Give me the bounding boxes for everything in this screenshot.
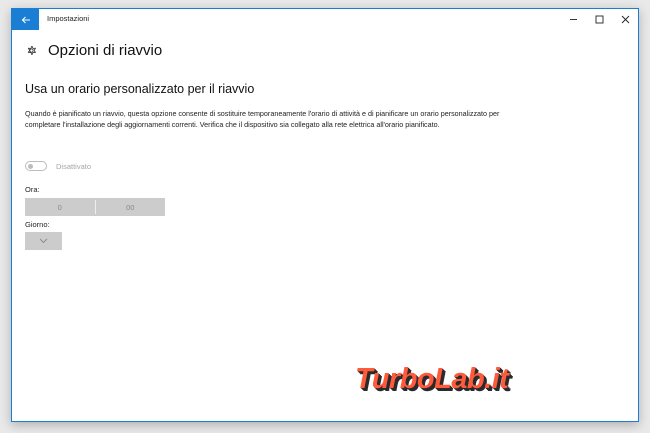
page-header: Opzioni di riavvio (25, 42, 162, 59)
toggle-label: Disattivato (56, 161, 92, 171)
title-bar: Impostazioni (12, 9, 638, 30)
back-arrow-icon (21, 16, 30, 23)
custom-restart-toggle[interactable] (25, 161, 47, 171)
close-button[interactable] (612, 9, 638, 30)
toggle-knob (28, 163, 33, 169)
custom-restart-toggle-row: Disattivato (25, 161, 91, 171)
minute-field[interactable]: 00 (96, 198, 166, 216)
section-title: Usa un orario personalizzato per il riav… (25, 82, 255, 96)
time-label: Ora: (25, 185, 40, 194)
back-button[interactable] (12, 9, 39, 30)
close-icon (621, 15, 629, 24)
day-label: Giorno: (25, 220, 50, 229)
minimize-icon (569, 19, 577, 20)
section-description: Quando è pianificato un riavvio, questa … (25, 109, 500, 129)
maximize-button[interactable] (586, 9, 612, 30)
hour-field[interactable]: 0 (25, 198, 95, 216)
time-picker[interactable]: 0 00 (25, 198, 165, 216)
window-controls (560, 9, 638, 30)
app-title: Impostazioni (47, 14, 90, 23)
minimize-button[interactable] (560, 9, 586, 30)
gear-icon (25, 44, 38, 57)
day-dropdown[interactable] (25, 232, 62, 250)
watermark-logo: TurboLab.it (355, 363, 509, 395)
settings-window: Impostazioni Opzioni di riavvio Usa un o… (11, 8, 639, 422)
page-title: Opzioni di riavvio (48, 42, 163, 59)
maximize-icon (595, 15, 603, 24)
chevron-down-icon (39, 238, 48, 244)
